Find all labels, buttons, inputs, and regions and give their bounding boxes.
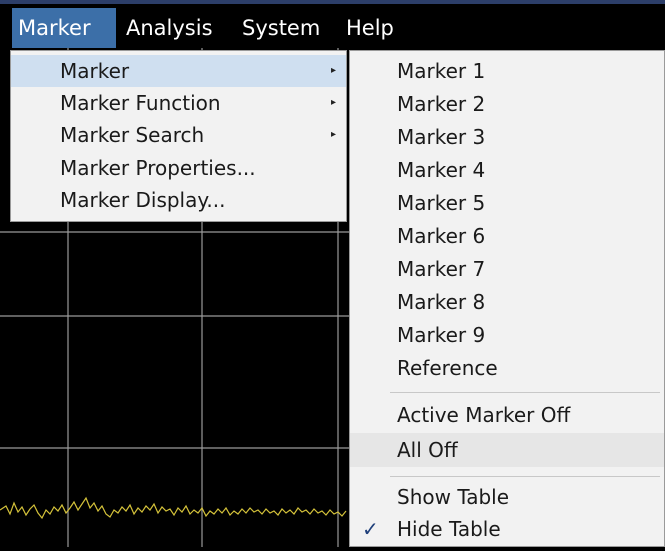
menu-item-label: Marker Function: [60, 91, 221, 115]
menu-item-label: Active Marker Off: [397, 403, 571, 427]
menu-item-label: Marker 6: [397, 224, 486, 248]
submenu-item-all-off[interactable]: All Off: [350, 433, 664, 467]
menu-item-marker[interactable]: Marker ▸: [11, 55, 346, 87]
menu-item-label: Marker 3: [397, 125, 486, 149]
menu-item-label: Marker 4: [397, 158, 486, 182]
submenu-item-active-marker-off[interactable]: Active Marker Off: [350, 399, 664, 431]
submenu-item-marker-5[interactable]: Marker 5: [350, 187, 664, 219]
submenu-item-hide-table[interactable]: ✓ Hide Table: [350, 513, 664, 545]
menu-item-label: Show Table: [397, 485, 510, 509]
submenu-arrow-icon: ▸: [330, 129, 336, 140]
submenu-item-marker-6[interactable]: Marker 6: [350, 220, 664, 252]
menubar-marker[interactable]: Marker: [12, 8, 116, 48]
menu-item-label: Marker 2: [397, 92, 486, 116]
submenu-arrow-icon: ▸: [330, 97, 336, 108]
menu-item-label: Marker 1: [397, 59, 486, 83]
submenu-item-marker-9[interactable]: Marker 9: [350, 319, 664, 351]
submenu-item-marker-1[interactable]: Marker 1: [350, 55, 664, 87]
menu-item-label: Marker 8: [397, 290, 486, 314]
menubar-system[interactable]: System: [236, 8, 332, 48]
menu-item-label: Marker 7: [397, 257, 486, 281]
marker-menu: Marker ▸ Marker Function ▸ Marker Search…: [10, 50, 347, 222]
noise-trace: [0, 496, 347, 520]
submenu-item-marker-3[interactable]: Marker 3: [350, 121, 664, 153]
menu-item-label: Marker 5: [397, 191, 486, 215]
submenu-item-marker-7[interactable]: Marker 7: [350, 253, 664, 285]
menu-item-label: Marker Search: [60, 123, 205, 147]
checkmark-icon: ✓: [362, 517, 379, 541]
submenu-item-reference[interactable]: Reference: [350, 352, 664, 384]
menu-item-marker-display[interactable]: Marker Display...: [11, 184, 346, 216]
menu-item-label: All Off: [397, 438, 458, 462]
menubar-help[interactable]: Help: [340, 8, 410, 48]
menu-item-marker-function[interactable]: Marker Function ▸: [11, 87, 346, 119]
menu-bar: Marker Analysis System Help: [0, 0, 665, 48]
menu-item-marker-search[interactable]: Marker Search ▸: [11, 119, 346, 151]
menu-item-label: Reference: [397, 356, 498, 380]
menu-item-label: Marker Display...: [60, 188, 226, 212]
menu-item-label: Marker 9: [397, 323, 486, 347]
submenu-item-show-table[interactable]: Show Table: [350, 481, 664, 513]
menu-item-label: Marker Properties...: [60, 156, 256, 180]
menu-item-label: Hide Table: [397, 517, 501, 541]
menu-item-marker-properties[interactable]: Marker Properties...: [11, 152, 346, 184]
menu-separator: [390, 392, 660, 393]
marker-submenu: Marker 1 Marker 2 Marker 3 Marker 4 Mark…: [349, 50, 665, 547]
submenu-item-marker-4[interactable]: Marker 4: [350, 154, 664, 186]
submenu-item-marker-2[interactable]: Marker 2: [350, 88, 664, 120]
menu-item-label: Marker: [60, 59, 130, 83]
submenu-arrow-icon: ▸: [330, 65, 336, 76]
menubar-analysis[interactable]: Analysis: [120, 8, 222, 48]
submenu-item-marker-8[interactable]: Marker 8: [350, 286, 664, 318]
menu-separator: [390, 476, 660, 477]
